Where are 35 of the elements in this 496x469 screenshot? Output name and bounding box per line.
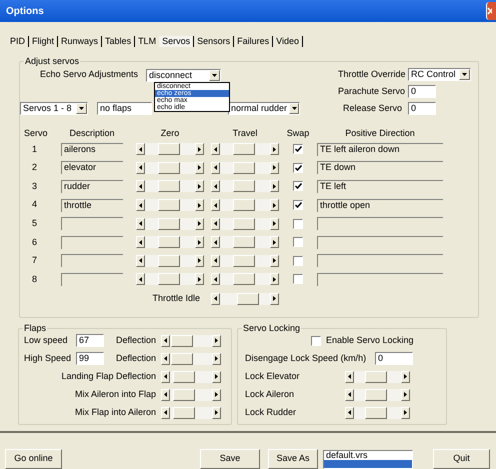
label: Swap — [286, 127, 310, 140]
label: Lock Rudder — [245, 406, 298, 419]
servo-number: 6 — [31, 236, 38, 249]
group-title: Servo Locking — [242, 323, 302, 333]
label: Mix Flap into Aileron — [74, 406, 157, 419]
label: Release Servo — [342, 102, 403, 115]
label: Throttle Idle — [152, 292, 200, 305]
label: Deflection — [114, 334, 157, 347]
servo-number: 3 — [31, 180, 38, 193]
label: Echo Servo Adjustments — [38, 68, 139, 82]
label: Disengage Lock Speed (km/h) — [245, 352, 368, 365]
label: High Speed — [24, 352, 72, 365]
label: Zero — [160, 127, 180, 140]
group-title: Adjust servos — [24, 56, 80, 66]
servo-number: 2 — [31, 161, 38, 174]
window-title: Options — [5, 4, 44, 18]
label: Lock Elevator — [245, 370, 301, 383]
label: Servo — [24, 127, 48, 140]
label: Mix Aileron into Flap — [74, 388, 157, 401]
label: Enable Servo Locking — [326, 334, 414, 347]
label: Positive Direction — [345, 127, 415, 140]
label: Description — [69, 127, 115, 140]
servo-number: 1 — [31, 142, 38, 156]
label: Deflection — [114, 352, 157, 365]
label: Landing Flap Deflection — [60, 370, 157, 383]
label: Throttle Override — [338, 68, 407, 81]
label: Parachute Servo — [338, 84, 406, 98]
servo-number: 7 — [31, 254, 38, 268]
group-title: Flaps — [23, 323, 48, 333]
servo-number: 8 — [31, 272, 38, 286]
label: Travel — [232, 127, 258, 140]
servo-number: 5 — [31, 216, 38, 230]
label: Lock Aileron — [245, 388, 296, 401]
label: Low speed — [24, 334, 69, 347]
servo-number: 4 — [31, 198, 38, 212]
